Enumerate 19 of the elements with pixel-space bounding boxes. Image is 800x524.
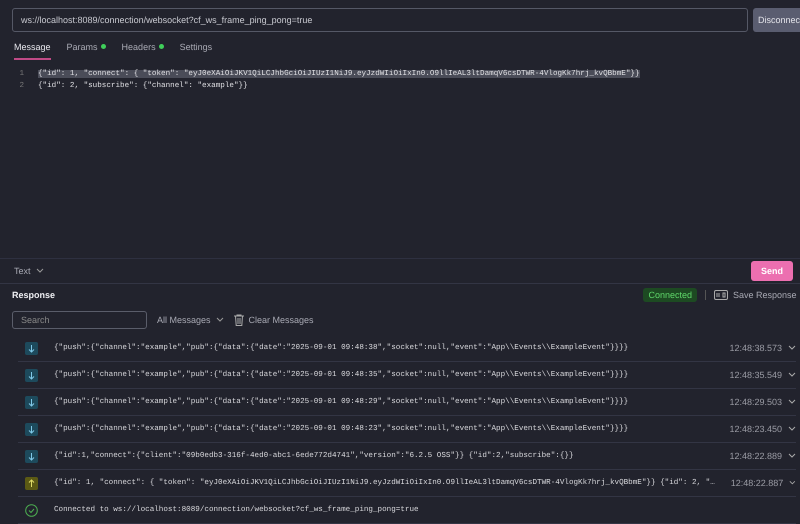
url-field[interactable]: ws://localhost:8089/connection/websocket?cf_ws_frame_ping_pong=true [12,8,748,32]
tab[interactable]: Headers [122,42,164,58]
clear-messages-button[interactable]: Clear Messages [234,314,314,326]
search-field[interactable]: Search [12,310,147,329]
message-time: 12:48:22.889 [729,451,782,461]
save-response-button[interactable]: Save Response [714,290,800,300]
disconnect-button[interactable]: Disconnec [752,8,800,32]
message-time: 12:48:35.549 [729,370,782,380]
message-time: 12:48:22.887 [730,478,784,488]
tab[interactable]: Settings [180,42,212,58]
status-badge: Connected [643,288,697,302]
message-time: 12:48:38.573 [729,343,782,353]
tab[interactable]: Message [14,42,51,60]
message-time: 12:48:29.503 [729,397,782,407]
tab[interactable]: Params [66,42,106,58]
response-title: Response [12,290,56,300]
message-time: 12:48:23.450 [729,424,782,434]
format-dropdown[interactable]: Text [14,266,44,276]
message-filter-dropdown[interactable]: All Messages [157,314,224,325]
